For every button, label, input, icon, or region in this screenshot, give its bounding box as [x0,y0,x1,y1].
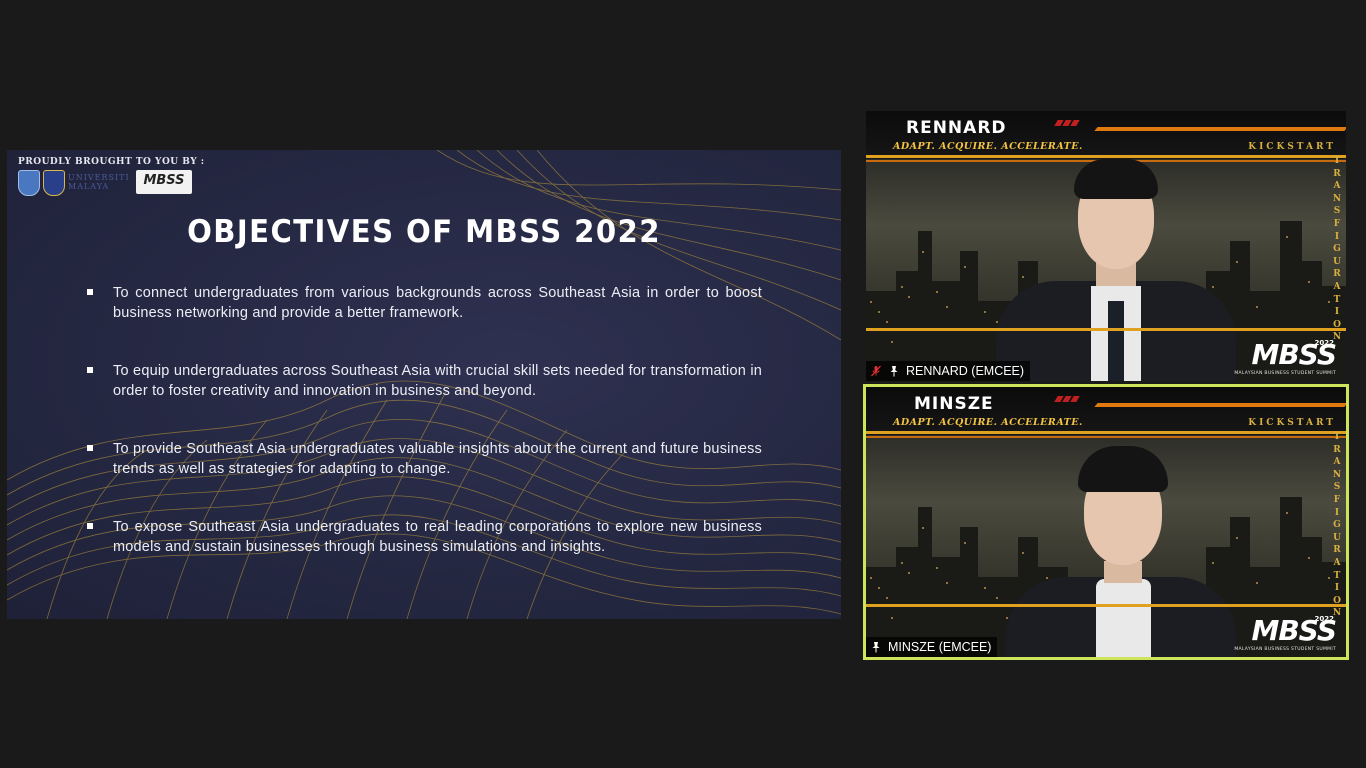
banner-accent-bar [1094,403,1346,407]
video-tile-rennard[interactable]: RENNARD ADAPT. ACQUIRE. ACCELERATE. KICK… [866,111,1346,381]
pin-icon [890,366,898,377]
banner-transfiguration: TRANSFIGURATION [1332,432,1342,619]
banner-accent-bar [1094,127,1346,131]
participant-name: RENNARD (EMCEE) [906,364,1025,378]
list-item: To provide Southeast Asia undergraduates… [87,440,762,479]
banner-kickstart: KICKSTART [1248,142,1336,152]
list-item: To expose Southeast Asia undergraduates … [87,518,762,557]
mic-off-icon [871,365,881,377]
bullet-icon [87,289,93,295]
sponsor-logos: UNIVERSITI MALAYA MBSS [18,170,198,196]
objectives-list: To connect undergraduates from various b… [87,284,762,596]
mbss-logo-subtitle: MALAYSIAN BUSINESS STUDENT SUMMIT [1234,647,1336,652]
banner-tagline: ADAPT. ACQUIRE. ACCELERATE. [893,417,1083,428]
universiti-malaya-logo: UNIVERSITI MALAYA [68,173,130,191]
video-tile-minsze[interactable]: MINSZE ADAPT. ACQUIRE. ACCELERATE. KICKS… [863,384,1349,660]
bullet-icon [87,445,93,451]
participant-name-label: RENNARD (EMCEE) [866,361,1031,381]
participant-video-person [996,151,1236,381]
list-item: To connect undergraduates from various b… [87,284,762,323]
mbss-logo: MBSS [1251,614,1337,647]
banner-transfiguration: TRANSFIGURATION [1332,156,1342,343]
participant-name-label: MINSZE (EMCEE) [866,637,998,657]
shared-screen-slide: PROUDLY BROUGHT TO YOU BY : UNIVERSITI M… [7,150,841,619]
banner-decoration [1054,111,1080,126]
mbss-logo: MBSS [1251,338,1337,371]
university-crest-logo [18,170,40,196]
bullet-icon [87,523,93,529]
banner-stripe [866,436,1346,438]
banner-bottom-stripe [866,328,1346,331]
bullet-icon [87,367,93,373]
banner-kickstart: KICKSTART [1248,418,1336,428]
mbss-logo: MBSS [136,170,192,194]
participant-name: MINSZE (EMCEE) [888,640,992,654]
banner-decoration [1054,387,1080,402]
banner-name: MINSZE [914,394,994,414]
pin-icon [872,642,880,653]
banner-name: RENNARD [906,118,1007,138]
mbss-logo-subtitle: MALAYSIAN BUSINESS STUDENT SUMMIT [1234,371,1336,376]
banner-bottom-stripe [866,604,1346,607]
slide-title: OBJECTIVES OF MBSS 2022 [187,214,661,250]
faculty-crest-logo [43,170,65,196]
banner-stripe [866,431,1346,434]
list-item: To equip undergraduates across Southeast… [87,362,762,401]
sponsor-caption: PROUDLY BROUGHT TO YOU BY : [18,157,205,167]
participant-video-person [1006,442,1236,657]
